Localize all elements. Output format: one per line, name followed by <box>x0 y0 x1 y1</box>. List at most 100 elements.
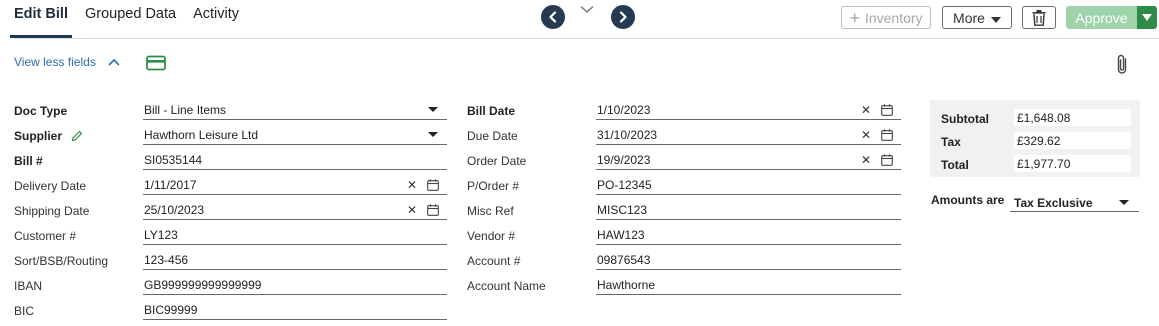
vendor-number-value: HAW123 <box>597 228 645 242</box>
due-date-field[interactable]: 31/10/2023 ✕ <box>596 125 901 145</box>
bic-value: BIC99999 <box>144 303 198 317</box>
approve-button[interactable]: Approve <box>1066 6 1137 29</box>
shipping-date-value: 25/10/2023 <box>144 203 205 217</box>
chevron-down-icon <box>580 6 594 14</box>
caret-down-icon <box>428 107 438 112</box>
due-date-value: 31/10/2023 <box>597 128 658 142</box>
total-label: Total <box>941 158 969 172</box>
tax-mode-value: Tax Exclusive <box>1014 196 1093 210</box>
shipping-date-label: Shipping Date <box>14 204 90 218</box>
credit-card-icon <box>146 55 166 71</box>
pencil-icon[interactable] <box>71 130 83 145</box>
customer-number-field[interactable]: LY123 <box>143 225 447 245</box>
inventory-label: Inventory <box>864 9 923 26</box>
iban-value: GB999999999999999 <box>144 278 262 292</box>
supplier-label: Supplier <box>14 129 83 145</box>
chevron-left-icon <box>549 11 557 23</box>
sort-routing-field[interactable]: 123-456 <box>143 250 447 270</box>
trash-icon <box>1032 9 1046 26</box>
subtotal-value: £1,648.08 <box>1014 109 1131 126</box>
close-icon[interactable]: ✕ <box>407 178 417 192</box>
tax-value: £329.62 <box>1014 132 1131 149</box>
order-date-field[interactable]: 19/9/2023 ✕ <box>596 150 901 170</box>
tax-label: Tax <box>941 135 961 149</box>
purchase-order-label: P/Order # <box>467 179 520 193</box>
tax-mode-select[interactable]: Tax Exclusive <box>1010 193 1139 212</box>
more-button[interactable]: More <box>942 6 1012 29</box>
customer-number-value: LY123 <box>144 228 178 242</box>
iban-label: IBAN <box>14 279 43 293</box>
vendor-number-field[interactable]: HAW123 <box>596 225 901 245</box>
order-date-value: 19/9/2023 <box>597 153 651 167</box>
misc-ref-field[interactable]: MISC123 <box>596 200 901 220</box>
close-icon[interactable]: ✕ <box>861 128 871 142</box>
close-icon[interactable]: ✕ <box>407 203 417 217</box>
bill-date-field[interactable]: 1/10/2023 ✕ <box>596 100 901 120</box>
bill-number-label: Bill # <box>14 154 43 168</box>
bic-label: BIC <box>14 304 35 318</box>
calendar-icon[interactable] <box>881 104 893 119</box>
delete-button[interactable] <box>1022 6 1056 29</box>
approve-label: Approve <box>1075 9 1128 26</box>
misc-ref-value: MISC123 <box>597 203 648 217</box>
paperclip-icon <box>1117 54 1127 74</box>
doc-type-value: Bill - Line Items <box>144 103 227 117</box>
sort-routing-value: 123-456 <box>144 253 189 267</box>
previous-bill-button[interactable] <box>541 5 565 29</box>
tab-bar: Edit Bill Grouped Data Activity <box>10 0 256 38</box>
account-name-field[interactable]: Hawthorne <box>596 275 901 295</box>
tab-activity[interactable]: Activity <box>193 0 239 38</box>
purchase-order-field[interactable]: PO-12345 <box>596 175 901 195</box>
attachment-button[interactable] <box>1114 54 1130 81</box>
approve-options-button[interactable] <box>1137 6 1157 29</box>
collapse-button[interactable] <box>580 2 594 20</box>
view-less-fields-link[interactable]: View less fields <box>14 55 120 69</box>
plus-icon: + <box>849 7 860 28</box>
bic-field[interactable]: BIC99999 <box>143 300 447 320</box>
supplier-select[interactable]: Hawthorn Leisure Ltd <box>143 125 447 145</box>
account-number-value: 09876543 <box>597 253 651 267</box>
credit-card-button[interactable] <box>146 55 166 76</box>
amounts-are-label: Amounts are <box>931 193 1005 207</box>
account-name-value: Hawthorne <box>597 278 656 292</box>
customer-number-label: Customer # <box>14 229 77 243</box>
chevron-right-icon <box>619 11 627 23</box>
delivery-date-field[interactable]: 1/11/2017 ✕ <box>143 175 447 195</box>
close-icon[interactable]: ✕ <box>861 103 871 117</box>
bill-date-label: Bill Date <box>467 104 516 118</box>
more-label: More <box>953 9 985 26</box>
account-number-field[interactable]: 09876543 <box>596 250 901 270</box>
tab-divider <box>14 38 1159 39</box>
chevron-up-icon <box>108 58 120 66</box>
order-date-label: Order Date <box>467 154 527 168</box>
bill-date-value: 1/10/2023 <box>597 103 651 117</box>
calendar-icon[interactable] <box>881 129 893 144</box>
iban-field[interactable]: GB999999999999999 <box>143 275 447 295</box>
vendor-number-label: Vendor # <box>467 229 516 243</box>
shipping-date-field[interactable]: 25/10/2023 ✕ <box>143 200 447 220</box>
caret-down-icon <box>1142 14 1152 21</box>
next-bill-button[interactable] <box>611 5 635 29</box>
calendar-icon[interactable] <box>881 154 893 169</box>
bill-number-value: SI0535144 <box>144 153 203 167</box>
calendar-icon[interactable] <box>427 179 439 194</box>
caret-down-icon <box>990 10 1001 26</box>
doc-type-label: Doc Type <box>14 104 68 118</box>
bill-number-field[interactable]: SI0535144 <box>143 150 447 170</box>
delivery-date-value: 1/11/2017 <box>144 178 197 192</box>
subtotal-label: Subtotal <box>941 112 989 126</box>
totals-panel: Subtotal £1,648.08 Tax £329.62 Total £1,… <box>930 100 1140 177</box>
close-icon[interactable]: ✕ <box>861 153 871 167</box>
caret-down-icon <box>428 132 438 137</box>
calendar-icon[interactable] <box>427 204 439 219</box>
doc-type-select[interactable]: Bill - Line Items <box>143 100 447 120</box>
purchase-order-value: PO-12345 <box>597 178 652 192</box>
caret-down-icon <box>1119 200 1129 205</box>
tab-grouped-data[interactable]: Grouped Data <box>85 0 176 38</box>
add-inventory-button[interactable]: + Inventory <box>841 6 931 29</box>
account-name-label: Account Name <box>467 279 546 293</box>
delivery-date-label: Delivery Date <box>14 179 87 193</box>
supplier-value: Hawthorn Leisure Ltd <box>144 128 259 142</box>
view-less-label: View less fields <box>14 55 96 69</box>
tab-edit-bill[interactable]: Edit Bill <box>10 0 72 38</box>
